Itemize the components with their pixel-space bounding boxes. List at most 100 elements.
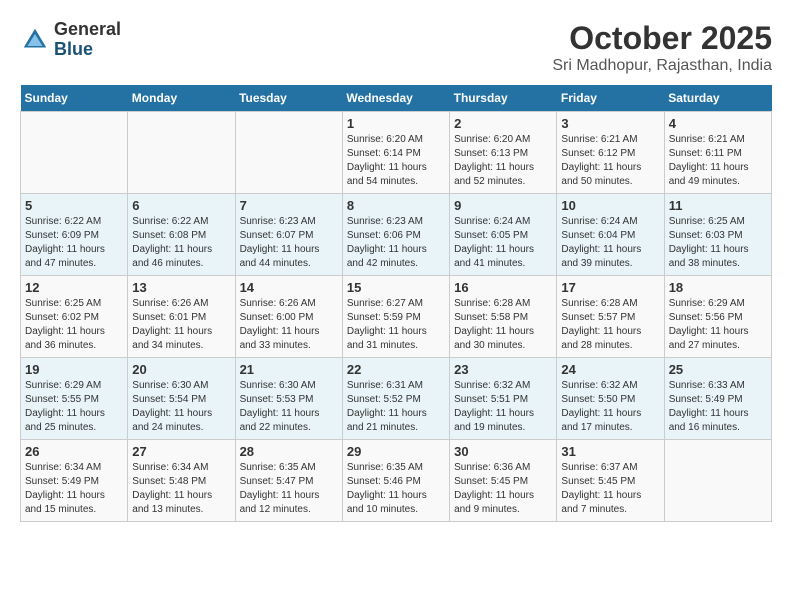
calendar-cell: 2Sunrise: 6:20 AM Sunset: 6:13 PM Daylig… — [450, 112, 557, 194]
column-header-friday: Friday — [557, 85, 664, 112]
day-info: Sunrise: 6:23 AM Sunset: 6:07 PM Dayligh… — [240, 215, 338, 271]
calendar-cell: 7 Sunrise: 6:23 AM Sunset: 6:07 PM Daylig… — [235, 194, 342, 276]
day-number: 16 — [454, 280, 552, 295]
day-number: 2 — [454, 116, 552, 131]
calendar-cell: 19 Sunrise: 6:29 AM Sunset: 5:55 PM Dayli… — [21, 358, 128, 440]
day-number: 3 — [561, 116, 659, 131]
day-info: Sunrise: 6:32 AM Sunset: 5:51 PM Dayligh… — [454, 379, 552, 435]
day-info: Sunrise: 6:28 AM Sunset: 5:57 PM Dayligh… — [561, 297, 659, 353]
day-info: Sunrise: 6:25 AM Sunset: 6:02 PM Dayligh… — [25, 297, 123, 353]
day-number: 13 — [132, 280, 230, 295]
calendar-cell: 31 Sunrise: 6:37 AM Sunset: 5:45 PM Dayli… — [557, 440, 664, 522]
day-info: Sunrise: 6:29 AM Sunset: 5:56 PM Dayligh… — [669, 297, 767, 353]
day-info: Sunrise: 6:22 AM Sunset: 6:09 PM Dayligh… — [25, 215, 123, 271]
day-number: 20 — [132, 362, 230, 377]
calendar-cell: 18 Sunrise: 6:29 AM Sunset: 5:56 PM Dayli… — [664, 276, 771, 358]
column-header-monday: Monday — [128, 85, 235, 112]
calendar-cell: 1 Sunrise: 6:20 AM Sunset: 6:14 PM Daylig… — [342, 112, 449, 194]
day-number: 23 — [454, 362, 552, 377]
month-title: October 2025 — [552, 20, 772, 57]
calendar-cell: 28 Sunrise: 6:35 AM Sunset: 5:47 PM Dayli… — [235, 440, 342, 522]
day-info: Sunrise: 6:24 AM Sunset: 6:05 PM Dayligh… — [454, 215, 552, 271]
column-header-sunday: Sunday — [21, 85, 128, 112]
day-number: 5 — [25, 198, 123, 213]
calendar-cell: 21Sunrise: 6:30 AM Sunset: 5:53 PM Dayli… — [235, 358, 342, 440]
calendar-week-3: 12 Sunrise: 6:25 AM Sunset: 6:02 PM Dayli… — [21, 276, 772, 358]
calendar-cell: 15Sunrise: 6:27 AM Sunset: 5:59 PM Dayli… — [342, 276, 449, 358]
calendar-cell: 5 Sunrise: 6:22 AM Sunset: 6:09 PM Daylig… — [21, 194, 128, 276]
day-info: Sunrise: 6:30 AM Sunset: 5:53 PM Dayligh… — [240, 379, 338, 435]
calendar-cell: 26Sunrise: 6:34 AM Sunset: 5:49 PM Dayli… — [21, 440, 128, 522]
day-info: Sunrise: 6:24 AM Sunset: 6:04 PM Dayligh… — [561, 215, 659, 271]
calendar-cell: 12 Sunrise: 6:25 AM Sunset: 6:02 PM Dayli… — [21, 276, 128, 358]
calendar-cell — [128, 112, 235, 194]
day-number: 6 — [132, 198, 230, 213]
calendar-week-2: 5 Sunrise: 6:22 AM Sunset: 6:09 PM Daylig… — [21, 194, 772, 276]
day-info: Sunrise: 6:30 AM Sunset: 5:54 PM Dayligh… — [132, 379, 230, 435]
calendar-cell: 17 Sunrise: 6:28 AM Sunset: 5:57 PM Dayli… — [557, 276, 664, 358]
day-info: Sunrise: 6:33 AM Sunset: 5:49 PM Dayligh… — [669, 379, 767, 435]
day-info: Sunrise: 6:23 AM Sunset: 6:06 PM Dayligh… — [347, 215, 445, 271]
day-number: 15 — [347, 280, 445, 295]
calendar-cell: 22Sunrise: 6:31 AM Sunset: 5:52 PM Dayli… — [342, 358, 449, 440]
column-header-tuesday: Tuesday — [235, 85, 342, 112]
logo-icon — [20, 25, 50, 55]
logo-general-text: General — [54, 20, 121, 40]
calendar-cell: 20 Sunrise: 6:30 AM Sunset: 5:54 PM Dayli… — [128, 358, 235, 440]
day-info: Sunrise: 6:37 AM Sunset: 5:45 PM Dayligh… — [561, 461, 659, 517]
logo-blue-text: Blue — [54, 40, 121, 60]
calendar-cell: 10 Sunrise: 6:24 AM Sunset: 6:04 PM Dayli… — [557, 194, 664, 276]
day-info: Sunrise: 6:20 AM Sunset: 6:14 PM Dayligh… — [347, 133, 445, 189]
calendar-cell: 4 Sunrise: 6:21 AM Sunset: 6:11 PM Daylig… — [664, 112, 771, 194]
calendar-cell: 23 Sunrise: 6:32 AM Sunset: 5:51 PM Dayli… — [450, 358, 557, 440]
day-info: Sunrise: 6:26 AM Sunset: 6:00 PM Dayligh… — [240, 297, 338, 353]
calendar-week-5: 26Sunrise: 6:34 AM Sunset: 5:49 PM Dayli… — [21, 440, 772, 522]
calendar-cell: 13 Sunrise: 6:26 AM Sunset: 6:01 PM Dayli… — [128, 276, 235, 358]
day-number: 18 — [669, 280, 767, 295]
day-info: Sunrise: 6:29 AM Sunset: 5:55 PM Dayligh… — [25, 379, 123, 435]
day-number: 10 — [561, 198, 659, 213]
day-number: 1 — [347, 116, 445, 131]
day-number: 30 — [454, 444, 552, 459]
calendar-cell: 8 Sunrise: 6:23 AM Sunset: 6:06 PM Daylig… — [342, 194, 449, 276]
location-subtitle: Sri Madhopur, Rajasthan, India — [552, 57, 772, 75]
calendar-cell: 14 Sunrise: 6:26 AM Sunset: 6:00 PM Dayli… — [235, 276, 342, 358]
calendar-cell: 27Sunrise: 6:34 AM Sunset: 5:48 PM Dayli… — [128, 440, 235, 522]
day-number: 8 — [347, 198, 445, 213]
logo-text: General Blue — [54, 20, 121, 60]
calendar-cell — [21, 112, 128, 194]
column-header-saturday: Saturday — [664, 85, 771, 112]
day-number: 25 — [669, 362, 767, 377]
day-info: Sunrise: 6:34 AM Sunset: 5:48 PM Dayligh… — [132, 461, 230, 517]
day-number: 14 — [240, 280, 338, 295]
calendar-week-1: 1 Sunrise: 6:20 AM Sunset: 6:14 PM Daylig… — [21, 112, 772, 194]
day-info: Sunrise: 6:22 AM Sunset: 6:08 PM Dayligh… — [132, 215, 230, 271]
column-header-thursday: Thursday — [450, 85, 557, 112]
calendar-cell: 3Sunrise: 6:21 AM Sunset: 6:12 PM Daylig… — [557, 112, 664, 194]
title-section: October 2025 Sri Madhopur, Rajasthan, In… — [552, 20, 772, 75]
calendar-cell: 25 Sunrise: 6:33 AM Sunset: 5:49 PM Dayli… — [664, 358, 771, 440]
column-header-wednesday: Wednesday — [342, 85, 449, 112]
day-number: 7 — [240, 198, 338, 213]
calendar-cell: 6 Sunrise: 6:22 AM Sunset: 6:08 PM Daylig… — [128, 194, 235, 276]
calendar-table: SundayMondayTuesdayWednesdayThursdayFrid… — [20, 85, 772, 522]
day-number: 22 — [347, 362, 445, 377]
day-info: Sunrise: 6:35 AM Sunset: 5:46 PM Dayligh… — [347, 461, 445, 517]
day-number: 4 — [669, 116, 767, 131]
day-info: Sunrise: 6:36 AM Sunset: 5:45 PM Dayligh… — [454, 461, 552, 517]
day-info: Sunrise: 6:26 AM Sunset: 6:01 PM Dayligh… — [132, 297, 230, 353]
calendar-cell — [664, 440, 771, 522]
day-number: 19 — [25, 362, 123, 377]
day-number: 29 — [347, 444, 445, 459]
day-number: 28 — [240, 444, 338, 459]
day-info: Sunrise: 6:21 AM Sunset: 6:11 PM Dayligh… — [669, 133, 767, 189]
day-number: 12 — [25, 280, 123, 295]
day-number: 17 — [561, 280, 659, 295]
calendar-cell: 29 Sunrise: 6:35 AM Sunset: 5:46 PM Dayli… — [342, 440, 449, 522]
day-info: Sunrise: 6:35 AM Sunset: 5:47 PM Dayligh… — [240, 461, 338, 517]
calendar-cell: 11Sunrise: 6:25 AM Sunset: 6:03 PM Dayli… — [664, 194, 771, 276]
logo: General Blue — [20, 20, 121, 60]
day-number: 31 — [561, 444, 659, 459]
calendar-header-row: SundayMondayTuesdayWednesdayThursdayFrid… — [21, 85, 772, 112]
page-header: General Blue October 2025 Sri Madhopur, … — [20, 20, 772, 75]
